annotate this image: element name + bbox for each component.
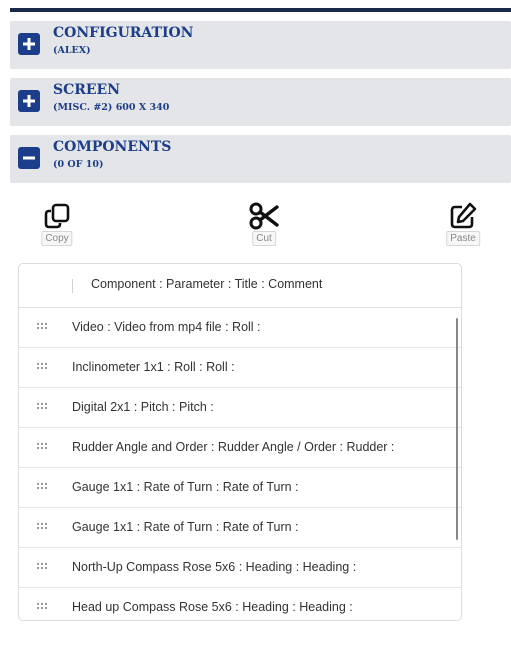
drag-handle-icon[interactable]: [37, 601, 47, 611]
component-list: Component : Parameter : Title : Comment …: [18, 263, 462, 621]
column-divider: [72, 279, 73, 293]
list-item[interactable]: Gauge 1x1 : Rate of Turn : Rate of Turn …: [19, 508, 461, 548]
paste-button[interactable]: Paste: [439, 199, 487, 249]
copy-button[interactable]: Copy: [33, 199, 81, 249]
list-item[interactable]: Gauge 1x1 : Rate of Turn : Rate of Turn …: [19, 468, 461, 508]
list-item-label: North-Up Compass Rose 5x6 : Heading : He…: [72, 560, 357, 574]
section-subtitle: (MISC. #2) 600 X 340: [53, 102, 170, 113]
list-item-label: Gauge 1x1 : Rate of Turn : Rate of Turn …: [72, 520, 299, 534]
drag-handle-icon[interactable]: [37, 521, 47, 531]
plus-icon[interactable]: [18, 33, 40, 55]
list-item[interactable]: Rudder Angle and Order : Rudder Angle / …: [19, 428, 461, 468]
drag-handle-icon[interactable]: [37, 561, 47, 571]
cut-label: Cut: [252, 231, 276, 246]
section-subtitle: (ALEX): [53, 45, 91, 56]
section-title: COMPONENTS: [53, 139, 172, 155]
list-item-label: Video : Video from mp4 file : Roll :: [72, 320, 261, 334]
list-header-label: Component : Parameter : Title : Comment: [91, 277, 323, 291]
list-item[interactable]: North-Up Compass Rose 5x6 : Heading : He…: [19, 548, 461, 588]
top-divider: [10, 8, 511, 12]
section-components-header[interactable]: COMPONENTS (0 OF 10): [10, 135, 511, 183]
list-item-label: Digital 2x1 : Pitch : Pitch :: [72, 400, 214, 414]
section-title: SCREEN: [53, 82, 121, 98]
list-item-label: Head up Compass Rose 5x6 : Heading : Hea…: [72, 600, 353, 614]
copy-icon: [33, 199, 81, 233]
edit-icon: [439, 199, 487, 233]
plus-icon[interactable]: [18, 90, 40, 112]
list-item-label: Gauge 1x1 : Rate of Turn : Rate of Turn …: [72, 480, 299, 494]
list-item-label: Rudder Angle and Order : Rudder Angle / …: [72, 440, 395, 454]
section-screen-header[interactable]: SCREEN (MISC. #2) 600 X 340: [10, 78, 511, 126]
drag-handle-icon[interactable]: [37, 481, 47, 491]
section-configuration-header[interactable]: CONFIGURATION (ALEX): [10, 21, 511, 69]
paste-label: Paste: [446, 231, 480, 246]
list-item[interactable]: Inclinometer 1x1 : Roll : Roll :: [19, 348, 461, 388]
drag-handle-icon[interactable]: [37, 441, 47, 451]
drag-handle-icon[interactable]: [37, 401, 47, 411]
list-header: Component : Parameter : Title : Comment: [19, 264, 461, 308]
list-item[interactable]: Digital 2x1 : Pitch : Pitch :: [19, 388, 461, 428]
list-item-label: Inclinometer 1x1 : Roll : Roll :: [72, 360, 235, 374]
section-title: CONFIGURATION: [53, 25, 194, 41]
copy-label: Copy: [41, 231, 73, 246]
minus-icon[interactable]: [18, 147, 40, 169]
section-subtitle: (0 OF 10): [53, 159, 104, 170]
list-item[interactable]: Video : Video from mp4 file : Roll :: [19, 308, 461, 348]
list-item[interactable]: Head up Compass Rose 5x6 : Heading : Hea…: [19, 588, 461, 620]
drag-handle-icon[interactable]: [37, 361, 47, 371]
scissors-icon: [240, 199, 288, 233]
cut-button[interactable]: Cut: [240, 199, 288, 249]
drag-handle-icon[interactable]: [37, 321, 47, 331]
list-scrollbar[interactable]: [456, 318, 458, 540]
